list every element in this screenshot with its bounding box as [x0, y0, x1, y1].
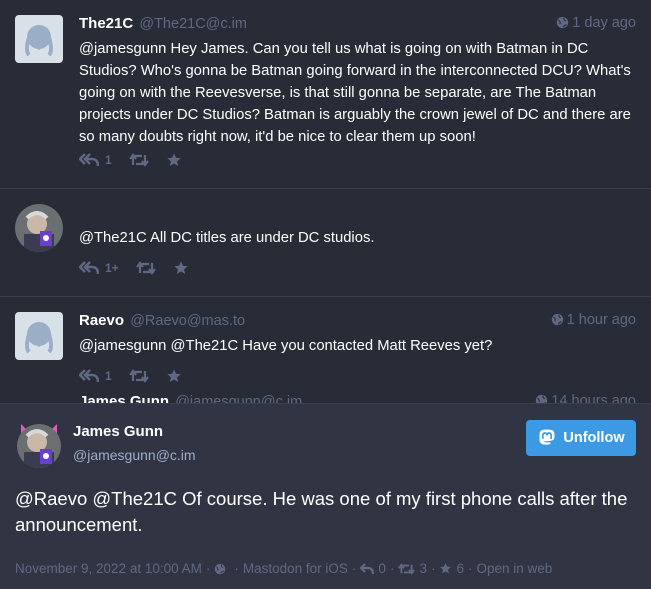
timestamp-label: 1 hour ago: [566, 312, 636, 328]
reply-all-icon: [79, 153, 99, 167]
avatar[interactable]: [15, 204, 63, 252]
boost-count: 3: [419, 561, 427, 576]
status-actions: 1: [79, 365, 199, 387]
visibility-icon: [214, 563, 230, 575]
status-content: @Raevo @The21C Of course. He was one of …: [15, 488, 628, 535]
reply-button[interactable]: 1: [79, 369, 112, 383]
globe-icon: [551, 313, 563, 326]
favourite-count: 6: [456, 561, 464, 576]
unfollow-button[interactable]: Unfollow: [526, 420, 636, 456]
separator: ·: [351, 561, 357, 576]
globe-icon: [557, 16, 569, 29]
reply-button[interactable]: 1: [79, 153, 112, 167]
boost-icon: [128, 369, 149, 383]
separator: ·: [234, 561, 239, 576]
separator: ·: [389, 561, 395, 576]
account-handle[interactable]: @The21C@c.im: [139, 16, 247, 32]
timestamp-label: 1 day ago: [572, 15, 636, 31]
status-actions: 1: [79, 149, 199, 171]
avatar[interactable]: [15, 15, 63, 63]
separator: ·: [205, 561, 211, 576]
separator: ·: [430, 561, 436, 576]
favourite-button[interactable]: [173, 260, 189, 276]
account-handle[interactable]: @jamesgunn@c.im: [73, 447, 196, 463]
favourite-button[interactable]: [166, 152, 182, 168]
account-handle[interactable]: @Raevo@mas.to: [130, 313, 245, 329]
unfollow-label: Unfollow: [563, 430, 625, 446]
reply-count: 1+: [105, 261, 119, 275]
reply-all-icon: [79, 369, 99, 383]
boost-count-link[interactable]: 3: [398, 561, 427, 576]
status-content: @The21C All DC titles are under DC studi…: [79, 230, 375, 246]
status-content: @jamesgunn Hey James. Can you tell us wh…: [79, 41, 631, 145]
status-meta: November 9, 2022 at 10:00 AM · · Mastodo…: [15, 561, 552, 576]
display-name[interactable]: James Gunn: [73, 423, 163, 440]
boost-icon: [398, 562, 416, 575]
timestamp[interactable]: 1 hour ago: [551, 312, 636, 328]
application-link[interactable]: Mastodon for iOS: [243, 561, 348, 576]
star-icon: [167, 153, 181, 166]
mastodon-icon: [539, 429, 555, 445]
globe-icon: [215, 563, 226, 574]
status-date[interactable]: November 9, 2022 at 10:00 AM: [15, 561, 202, 576]
display-name[interactable]: The21C: [79, 15, 133, 32]
star-icon: [440, 563, 452, 574]
separator: ·: [467, 561, 473, 576]
status-actions: 1+: [79, 257, 206, 279]
reply-count: 0: [378, 561, 386, 576]
boost-icon: [135, 261, 156, 275]
reply-button[interactable]: 1+: [79, 261, 119, 275]
timestamp[interactable]: 1 day ago: [556, 15, 636, 31]
status-content: @jamesgunn @The21C Have you contacted Ma…: [79, 338, 493, 354]
open-in-web-link[interactable]: Open in web: [476, 561, 552, 576]
boost-button[interactable]: [128, 153, 149, 167]
reply-icon: [360, 563, 375, 574]
status-item[interactable]: James Gunn @jamesgunn@c.im 14 hours ago …: [0, 189, 651, 410]
avatar[interactable]: [15, 312, 63, 360]
reply-count: 1: [105, 153, 112, 167]
avatar[interactable]: [15, 420, 63, 468]
reply-count: 1: [105, 369, 112, 383]
boost-icon: [128, 153, 149, 167]
boost-button[interactable]: [135, 261, 156, 275]
reply-all-icon: [79, 261, 99, 275]
reply-count-link[interactable]: 0: [360, 561, 386, 576]
boost-button[interactable]: [128, 369, 149, 383]
star-icon: [167, 369, 181, 382]
display-name[interactable]: Raevo: [79, 312, 124, 329]
status-item[interactable]: The21C @The21C@c.im 1 day ago @jamesgunn…: [0, 0, 651, 189]
star-icon: [174, 261, 188, 274]
favourite-button[interactable]: [166, 368, 182, 384]
status-item[interactable]: Raevo @Raevo@mas.to 1 hour ago @jamesgun…: [0, 297, 651, 404]
favourite-count-link[interactable]: 6: [439, 561, 464, 576]
